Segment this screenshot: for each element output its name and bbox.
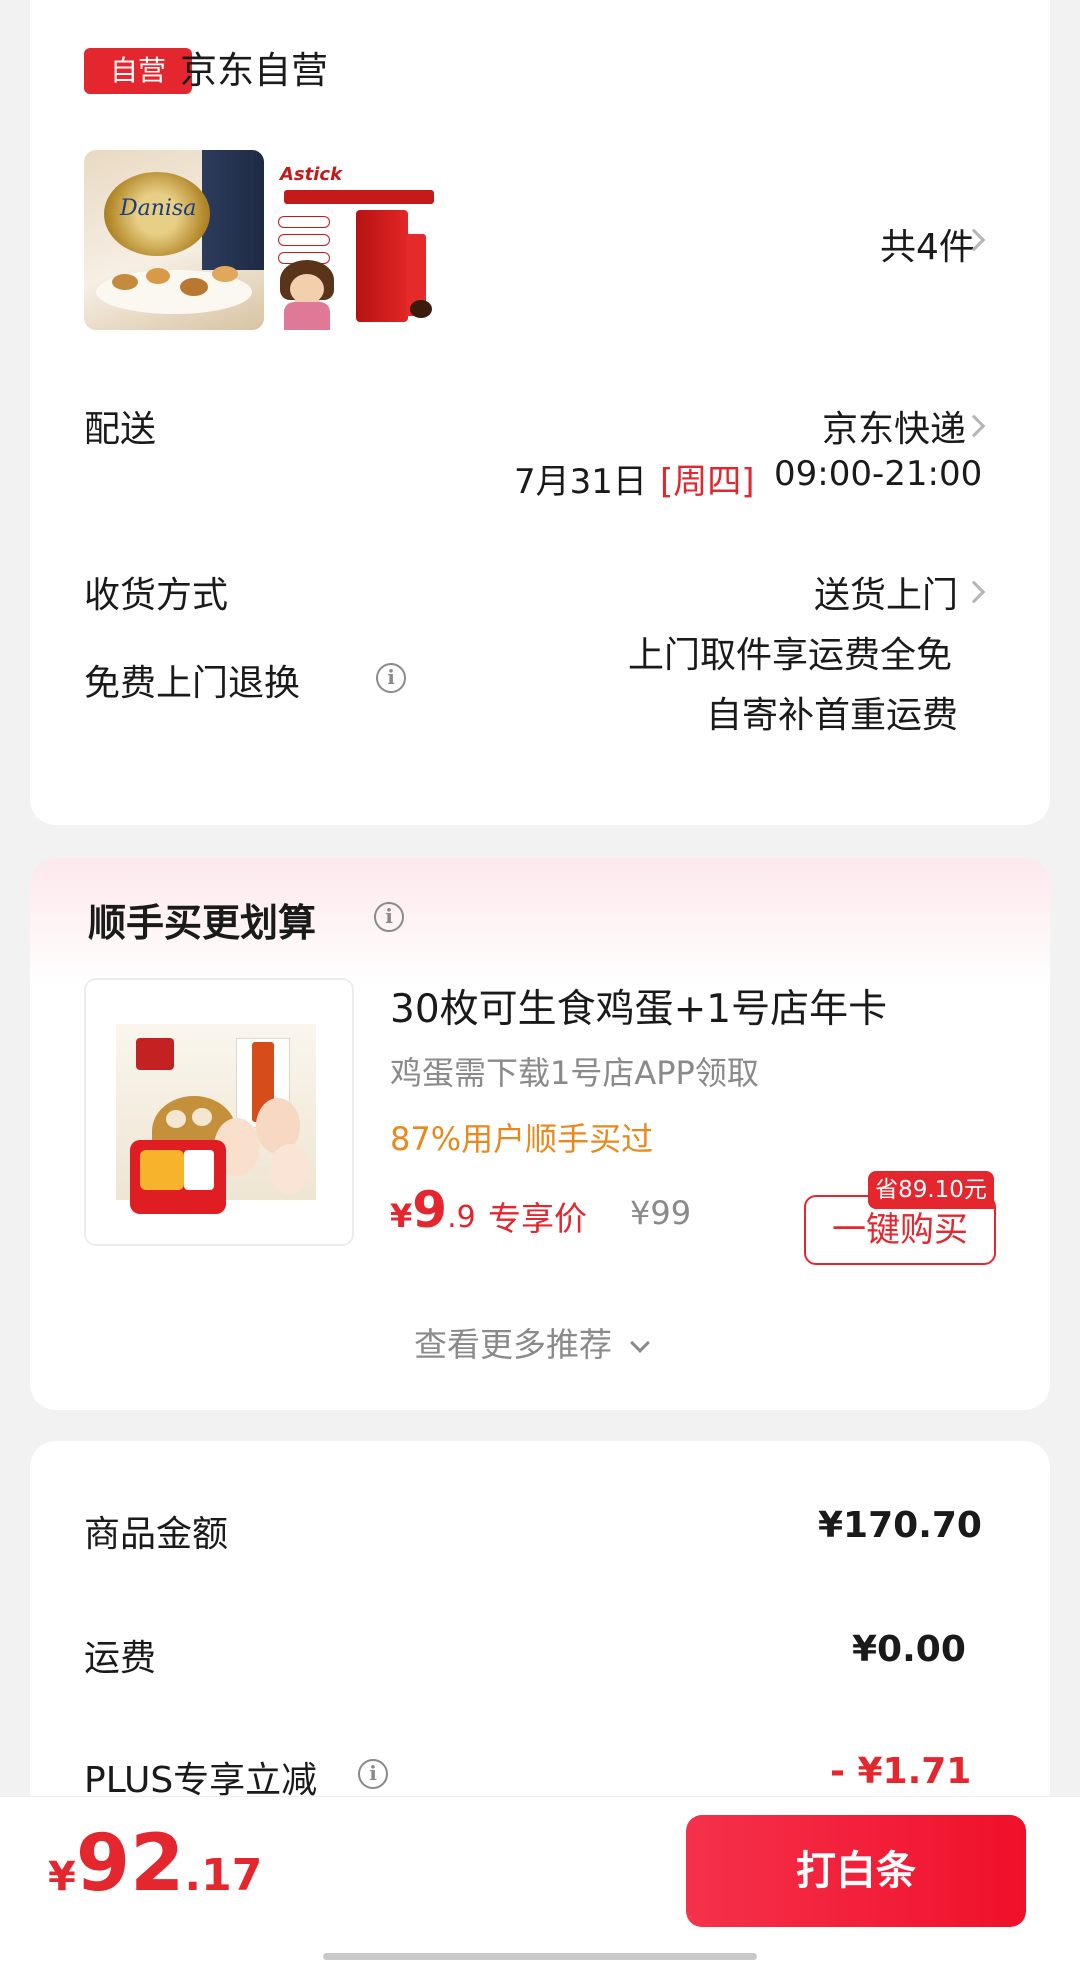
receive-value[interactable]: 送货上门 (814, 566, 958, 618)
returns-label: 免费上门退换 (84, 663, 301, 704)
receive-label: 收货方式 (84, 575, 229, 616)
item-count[interactable]: 共4件 (880, 218, 975, 270)
goods-amount-label: 商品金额 (84, 1514, 229, 1555)
goods-amount-value: ¥170.70 (818, 1505, 982, 1546)
recommend-product-image[interactable] (84, 978, 354, 1246)
home-indicator (323, 1953, 757, 1960)
shipping-label: 运费 (84, 1638, 157, 1679)
product-thumb-astick[interactable]: Astick (270, 150, 450, 330)
recommend-card: 顺手买更划算 i 30枚可生食鸡蛋+1号店年卡 鸡蛋需下载1号店APP领取 87… (30, 858, 1050, 1410)
chevron-right-icon (962, 414, 986, 438)
recommend-title: 顺手买更划算 (88, 901, 317, 945)
delivery-date: 7月31日 (514, 462, 647, 502)
total-price: ¥92.17 (48, 1819, 263, 1909)
returns-line2: 自寄补首重运费 (706, 695, 959, 736)
delivery-time: 09:00-21:00 (774, 454, 983, 494)
recommend-price: ¥9.9 (390, 1181, 476, 1239)
chevron-down-icon (629, 1333, 650, 1353)
info-icon[interactable]: i (358, 1759, 388, 1789)
info-icon[interactable]: i (376, 663, 406, 693)
save-amount-badge: 省89.10元 (868, 1171, 994, 1209)
pay-with-baitiao-button[interactable]: 打白条 (686, 1815, 1026, 1927)
info-icon[interactable]: i (374, 902, 404, 932)
self-operated-badge: 自营 (84, 48, 192, 94)
chevron-right-icon (962, 580, 986, 604)
shipping-value: ¥0.00 (852, 1629, 966, 1670)
store-card: 自营 京东自营 Danisa Astick 共4件 配送 京东快递 7月31日 … (30, 0, 1050, 825)
delivery-weekday: [周四] (660, 462, 755, 502)
exclusive-price-tag: 专享价 (488, 1199, 587, 1238)
plus-discount-value: - ¥1.71 (830, 1751, 972, 1792)
returns-line1: 上门取件享运费全免 (628, 635, 953, 676)
original-price: ¥99 (630, 1194, 692, 1232)
more-recommend-link[interactable]: 查看更多推荐 (414, 1318, 650, 1366)
recommend-product-title[interactable]: 30枚可生食鸡蛋+1号店年卡 (390, 978, 887, 1034)
recommend-social-proof: 87%用户顺手买过 (390, 1120, 654, 1158)
checkout-bar: ¥92.17 打白条 (0, 1796, 1080, 1965)
delivery-label: 配送 (84, 409, 157, 450)
product-thumb-danisa[interactable]: Danisa (84, 150, 264, 330)
recommend-subtitle: 鸡蛋需下载1号店APP领取 (390, 1054, 759, 1092)
store-name: 京东自营 (180, 49, 328, 92)
delivery-carrier[interactable]: 京东快递 (822, 400, 966, 452)
